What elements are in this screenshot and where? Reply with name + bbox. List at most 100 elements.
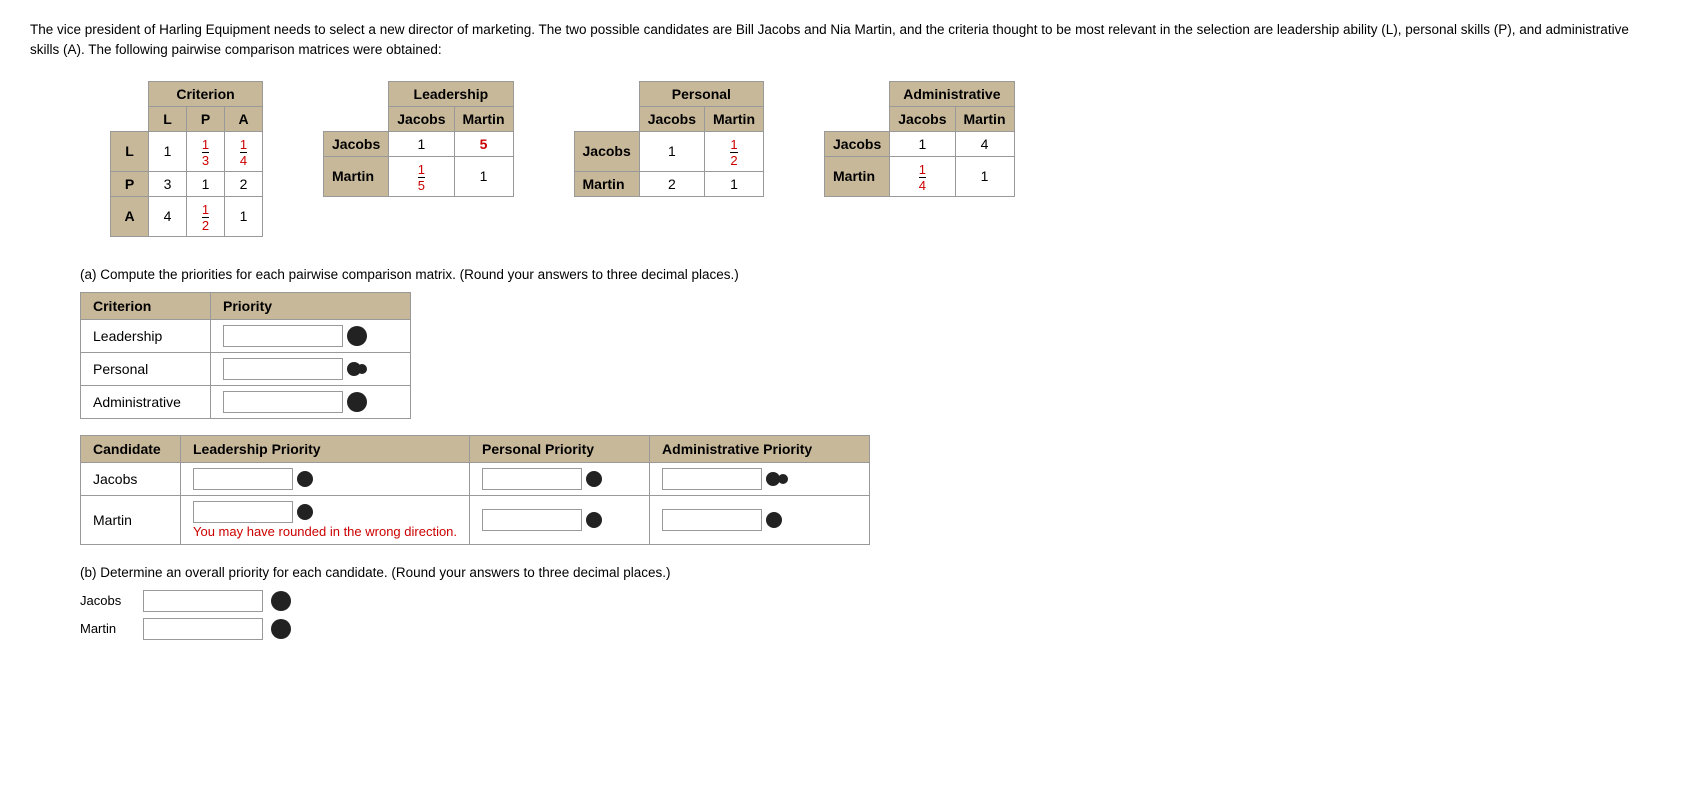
leadership-priority-input[interactable]	[223, 325, 343, 347]
row-personal-priority: Personal	[81, 352, 411, 385]
fraction-1-4: 1 4	[240, 138, 247, 167]
cell-LP: 1 3	[187, 131, 225, 171]
martin-label: Martin	[81, 495, 181, 544]
leadership-row-jacobs: Jacobs	[324, 131, 389, 156]
administrative-col-jacobs: Jacobs	[890, 106, 955, 131]
row-jacobs-candidate: Jacobs	[81, 462, 870, 495]
martin-leadership-cell: You may have rounded in the wrong direct…	[181, 495, 470, 544]
row-administrative-priority: Administrative	[81, 385, 411, 418]
cell-PL: 3	[149, 171, 187, 196]
cell-aj-jm: 4	[955, 131, 1014, 156]
leadership-col-jacobs: Jacobs	[389, 106, 454, 131]
part-b-section: (b) Determine an overall priority for ea…	[80, 565, 1661, 640]
criterion-matrix-container: Criterion L P A L 1 1 3	[110, 81, 263, 237]
criterion-header: Criterion	[149, 81, 263, 106]
administrative-matrix-container: Administrative Jacobs Martin Jacobs 1 4 …	[824, 81, 1015, 197]
fraction-1-2-crit: 1 2	[202, 203, 209, 232]
jacobs-administrative-input[interactable]	[662, 468, 762, 490]
administrative-priority-input[interactable]	[223, 391, 343, 413]
part-a-section: (a) Compute the priorities for each pair…	[80, 267, 1661, 545]
part-b-jacobs-input[interactable]	[143, 590, 263, 612]
administrative-input-group	[223, 391, 398, 413]
martin-leadership-icon	[297, 504, 313, 520]
martin-leadership-group	[193, 501, 457, 523]
cell-lj-mm: 1	[454, 156, 513, 196]
col-administrative-priority: Administrative Priority	[650, 435, 870, 462]
cell-aj-mm: 1	[955, 156, 1014, 196]
leadership-col-martin: Martin	[454, 106, 513, 131]
personal-matrix-container: Personal Jacobs Martin Jacobs 1 1 2	[574, 81, 765, 197]
cell-PP: 1	[187, 171, 225, 196]
martin-admin-icon	[766, 512, 782, 528]
administrative-title: Administrative	[890, 81, 1014, 106]
leadership-row-martin: Martin	[324, 156, 389, 196]
cell-AA: 1	[225, 196, 263, 236]
jacobs-personal-input[interactable]	[482, 468, 582, 490]
jacobs-leadership-cell	[181, 462, 470, 495]
criterion-administrative-label: Administrative	[81, 385, 211, 418]
jacobs-leadership-input[interactable]	[193, 468, 293, 490]
cell-lj-jj: 1	[389, 131, 454, 156]
personal-row-jacobs: Jacobs	[574, 131, 639, 171]
administrative-priority-cell	[211, 385, 411, 418]
criterion-leadership-label: Leadership	[81, 319, 211, 352]
cell-lj-mj: 1 5	[389, 156, 454, 196]
part-b-jacobs-icon	[271, 591, 291, 611]
part-b-jacobs-label: Jacobs	[80, 593, 135, 608]
martin-administrative-input[interactable]	[662, 509, 762, 531]
row-P: P	[111, 171, 149, 196]
administrative-check-icon	[347, 392, 367, 412]
martin-personal-cell	[470, 495, 650, 544]
martin-personal-input[interactable]	[482, 509, 582, 531]
cell-aj-mj: 1 4	[890, 156, 955, 196]
col-criterion: Criterion	[81, 292, 211, 319]
col-candidate: Candidate	[81, 435, 181, 462]
cell-LL: 1	[149, 131, 187, 171]
part-b-label: (b) Determine an overall priority for ea…	[80, 565, 1661, 580]
cell-pj-mm: 1	[705, 171, 764, 196]
col-header-L: L	[149, 106, 187, 131]
administrative-col-martin: Martin	[955, 106, 1014, 131]
criterion-priority-table: Criterion Priority Leadership Personal	[80, 292, 411, 419]
col-priority: Priority	[211, 292, 411, 319]
cell-lj-jm: 5	[454, 131, 513, 156]
criterion-matrix: Criterion L P A L 1 1 3	[110, 81, 263, 237]
col-personal-priority: Personal Priority	[470, 435, 650, 462]
personal-col-martin: Martin	[705, 106, 764, 131]
row-A: A	[111, 196, 149, 236]
part-b-jacobs-row: Jacobs	[80, 590, 1661, 612]
rounding-error-message: You may have rounded in the wrong direct…	[193, 524, 457, 539]
administrative-row-martin: Martin	[825, 156, 890, 196]
personal-col-jacobs: Jacobs	[639, 106, 704, 131]
part-b-martin-row: Martin	[80, 618, 1661, 640]
jacobs-personal-group	[482, 468, 637, 490]
criterion-personal-label: Personal	[81, 352, 211, 385]
leadership-title: Leadership	[389, 81, 513, 106]
part-b-martin-icon	[271, 619, 291, 639]
part-a-label: (a) Compute the priorities for each pair…	[80, 267, 1661, 282]
cell-pj-jm: 1 2	[705, 131, 764, 171]
personal-input-group	[223, 358, 398, 380]
cell-AP: 1 2	[187, 196, 225, 236]
leadership-matrix: Leadership Jacobs Martin Jacobs 1 5 Mart…	[323, 81, 514, 197]
personal-priority-input[interactable]	[223, 358, 343, 380]
jacobs-administrative-group	[662, 468, 857, 490]
jacobs-label: Jacobs	[81, 462, 181, 495]
col-header-A: A	[225, 106, 263, 131]
cell-pj-jj: 1	[639, 131, 704, 171]
martin-leadership-input[interactable]	[193, 501, 293, 523]
jacobs-leadership-group	[193, 468, 457, 490]
leadership-check-icon	[347, 326, 367, 346]
cell-pj-mj: 2	[639, 171, 704, 196]
personal-check-icon	[347, 359, 371, 379]
martin-personal-group	[482, 509, 637, 531]
jacobs-admin-icon	[766, 469, 794, 489]
jacobs-personal-cell	[470, 462, 650, 495]
cell-aj-jj: 1	[890, 131, 955, 156]
leadership-priority-cell	[211, 319, 411, 352]
matrices-section: Criterion L P A L 1 1 3	[110, 81, 1661, 237]
part-b-martin-label: Martin	[80, 621, 135, 636]
part-b-martin-input[interactable]	[143, 618, 263, 640]
personal-row-martin: Martin	[574, 171, 639, 196]
jacobs-leadership-icon	[297, 471, 313, 487]
